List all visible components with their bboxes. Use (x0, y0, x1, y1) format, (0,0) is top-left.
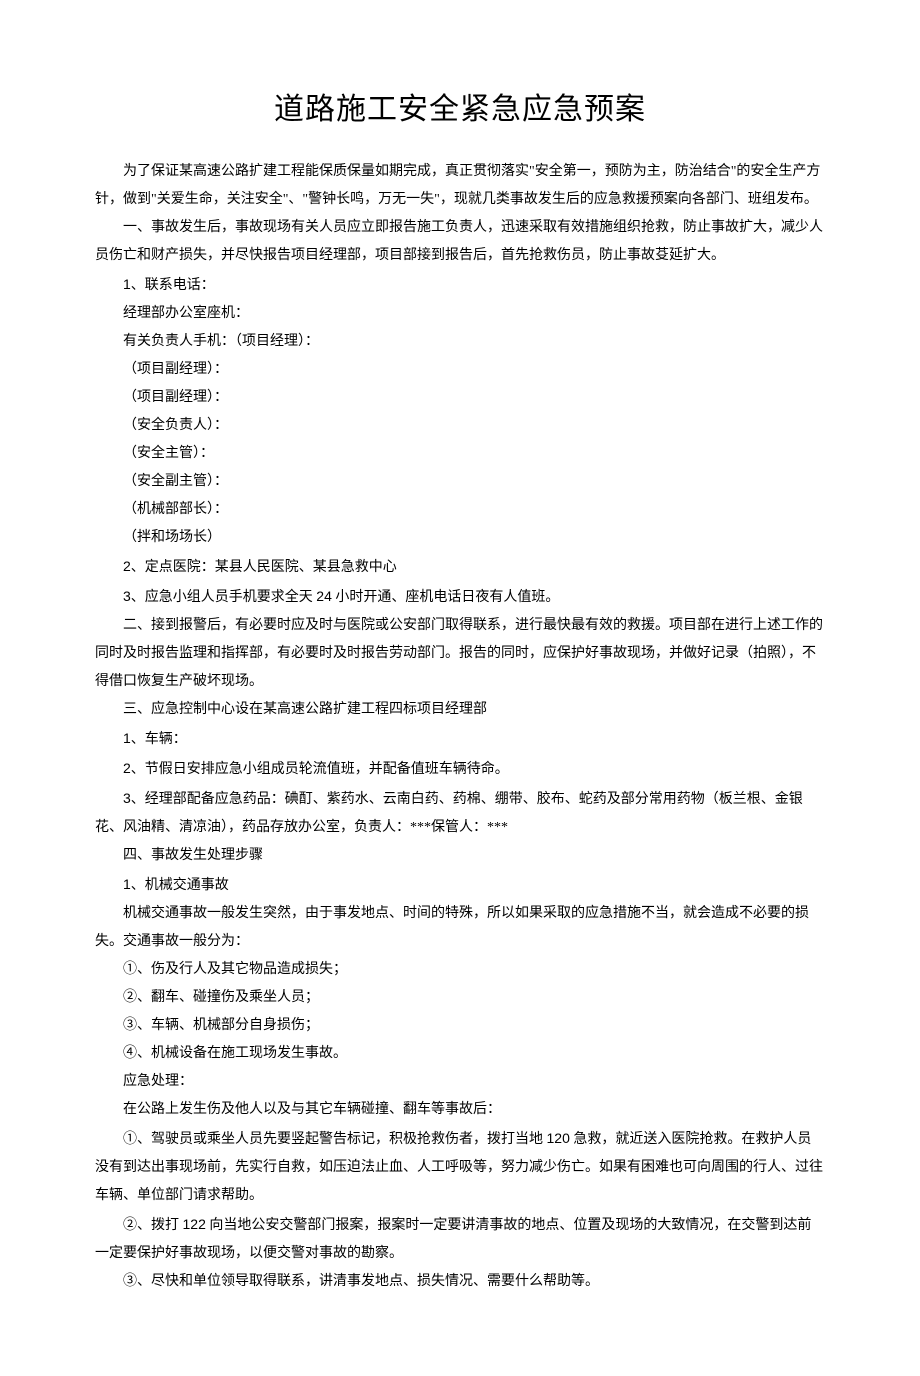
num-24: 24 (316, 588, 332, 604)
num-2: 2 (123, 558, 131, 574)
num-s4-1: 1 (123, 876, 131, 892)
classification-4: ④、机械设备在施工现场发生事故。 (95, 1040, 825, 1068)
contact-safety-mgr: （安全主管）： (95, 440, 825, 468)
section-1-item-1: 1、联系电话： (95, 270, 825, 300)
section-3-heading: 三、应急控制中心设在某高速公路扩建工程四标项目经理部 (95, 696, 825, 724)
contact-deputy-1: （项目副经理）： (95, 356, 825, 384)
s3-item-3-text: 、经理部配备应急药品：碘酊、紫药水、云南白药、药棉、绷带、胶布、蛇药及部分常用药… (95, 792, 803, 835)
response-intro: 在公路上发生伤及他人以及与其它车辆碰撞、翻车等事故后： (95, 1096, 825, 1124)
num-3: 3 (123, 588, 131, 604)
section-4-heading: 四、事故发生处理步骤 (95, 842, 825, 870)
contact-office: 经理部办公室座机： (95, 300, 825, 328)
section-3-item-1: 1、车辆： (95, 724, 825, 754)
section-1-item-2: 2、定点医院：某县人民医院、某县急救中心 (95, 552, 825, 582)
s3-item-1-text: 、车辆： (131, 732, 187, 747)
num-s3-1: 1 (123, 730, 131, 746)
response-heading: 应急处理： (95, 1068, 825, 1096)
response-3: ③、尽快和单位领导取得联系，讲清事发地点、损失情况、需要什么帮助等。 (95, 1268, 825, 1296)
classification-1: ①、伤及行人及其它物品造成损失； (95, 956, 825, 984)
contact-mech-head: （机械部部长）： (95, 496, 825, 524)
intro-paragraph: 为了保证某高速公路扩建工程能保质保量如期完成，真正贯彻落实"安全第一，预防为主，… (95, 158, 825, 214)
contact-pm: 有关负责人手机：（项目经理）： (95, 328, 825, 356)
contact-mix-head: （拌和场场长） (95, 524, 825, 552)
item-3-text-b: 小时开通、座机电话日夜有人值班。 (332, 590, 560, 605)
section-2: 二、接到报警后，有必要时应及时与医院或公安部门取得联系，进行最快最有效的救援。项… (95, 612, 825, 696)
section-4-item-1: 1、机械交通事故 (95, 870, 825, 900)
s4-item-1-text: 、机械交通事故 (131, 878, 229, 893)
num-s3-2: 2 (123, 760, 131, 776)
item-2-text: 、定点医院：某县人民医院、某县急救中心 (131, 560, 397, 575)
classification-2: ②、翻车、碰撞伤及乘坐人员； (95, 984, 825, 1012)
num-120: 120 (547, 1130, 570, 1146)
r1-a: ①、驾驶员或乘坐人员先要竖起警告标记，积极抢救伤者，拨打当地 (123, 1132, 547, 1147)
contact-deputy-2: （项目副经理）： (95, 384, 825, 412)
section-1-item-3: 3、应急小组人员手机要求全天 24 小时开通、座机电话日夜有人值班。 (95, 582, 825, 612)
contact-safety-deputy: （安全副主管）： (95, 468, 825, 496)
section-4-desc: 机械交通事故一般发生突然，由于事发地点、时间的特殊，所以如果采取的应急措施不当，… (95, 900, 825, 956)
num-s3-3: 3 (123, 790, 131, 806)
item-1-text: 、联系电话： (131, 278, 215, 293)
response-1: ①、驾驶员或乘坐人员先要竖起警告标记，积极抢救伤者，拨打当地 120 急救，就近… (95, 1124, 825, 1210)
classification-3: ③、车辆、机械部分自身损伤； (95, 1012, 825, 1040)
num-1: 1 (123, 276, 131, 292)
contact-safety-lead: （安全负责人）： (95, 412, 825, 440)
item-3-text-a: 、应急小组人员手机要求全天 (131, 590, 317, 605)
num-122: 122 (183, 1216, 206, 1232)
page-title: 道路施工安全紧急应急预案 (95, 80, 825, 140)
section-1-heading: 一、事故发生后，事故现场有关人员应立即报告施工负责人，迅速采取有效措施组织抢救，… (95, 214, 825, 270)
response-2: ②、拨打 122 向当地公安交警部门报案，报案时一定要讲清事故的地点、位置及现场… (95, 1210, 825, 1268)
r2-a: ②、拨打 (123, 1218, 183, 1233)
s3-item-2-text: 、节假日安排应急小组成员轮流值班，并配备值班车辆待命。 (131, 762, 509, 777)
section-3-item-3: 3、经理部配备应急药品：碘酊、紫药水、云南白药、药棉、绷带、胶布、蛇药及部分常用… (95, 784, 825, 842)
section-3-item-2: 2、节假日安排应急小组成员轮流值班，并配备值班车辆待命。 (95, 754, 825, 784)
